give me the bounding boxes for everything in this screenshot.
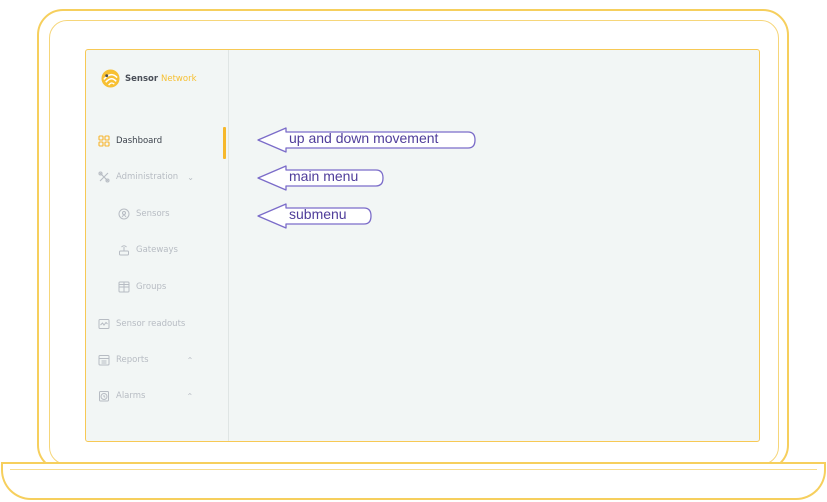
sidebar-item-label: Gateways <box>136 245 178 255</box>
sidebar-item-label: Sensors <box>136 209 170 219</box>
callout-up-down-movement: up and down movement <box>256 127 478 153</box>
sidebar-item-label: Groups <box>136 282 167 292</box>
laptop-hinge-line <box>1 462 826 464</box>
sidebar-subitem-sensors[interactable]: Sensors <box>86 206 260 222</box>
laptop-base <box>1 462 826 500</box>
callout-submenu: submenu <box>256 203 374 229</box>
sidebar-item-label: Administration <box>116 172 179 182</box>
app-logo[interactable]: Sensor Network <box>101 69 197 88</box>
chevron-down-icon[interactable]: ⌄ <box>187 173 194 182</box>
callout-text: submenu <box>289 206 347 222</box>
laptop-base-edge <box>10 469 817 470</box>
sidebar-subitem-gateways[interactable]: Gateways <box>86 242 260 258</box>
sensor-icon <box>118 208 130 220</box>
sidebar-item-sensor-readouts[interactable]: Sensor readouts <box>86 316 240 332</box>
sidebar-item-label: Reports <box>116 355 149 365</box>
app-name-accent: Network <box>161 73 197 84</box>
sidebar-subitem-groups[interactable]: Groups <box>86 279 260 295</box>
readouts-icon <box>98 319 110 329</box>
app-screen: Sensor Network Dashboard Administration … <box>85 49 760 442</box>
sidebar-item-dashboard[interactable]: Dashboard <box>86 133 240 149</box>
sidebar: Sensor Network Dashboard Administration … <box>86 50 229 441</box>
sidebar-item-administration[interactable]: Administration ⌄ <box>86 169 240 185</box>
sidebar-item-label: Alarms <box>116 391 146 401</box>
app-name: Sensor Network <box>125 74 197 84</box>
chevron-up-icon[interactable]: ⌃ <box>186 392 193 401</box>
groups-icon <box>118 281 130 293</box>
sidebar-item-alarms[interactable]: Alarms ⌃ <box>86 388 240 404</box>
sidebar-item-label: Sensor readouts <box>116 319 186 329</box>
alarm-clock-icon <box>99 391 109 402</box>
sensor-network-logo-icon <box>101 69 120 88</box>
app-name-primary: Sensor <box>125 73 159 84</box>
dashboard-icon <box>98 135 110 147</box>
tools-icon <box>98 171 110 183</box>
callout-text: main menu <box>289 168 359 184</box>
chevron-up-icon[interactable]: ⌃ <box>187 356 194 365</box>
callout-text: up and down movement <box>289 130 439 146</box>
gateway-icon <box>119 245 129 256</box>
sidebar-item-label: Dashboard <box>116 136 163 146</box>
reports-icon <box>98 355 110 366</box>
callout-main-menu: main menu <box>256 165 386 191</box>
sidebar-item-reports[interactable]: Reports ⌃ <box>86 352 240 368</box>
